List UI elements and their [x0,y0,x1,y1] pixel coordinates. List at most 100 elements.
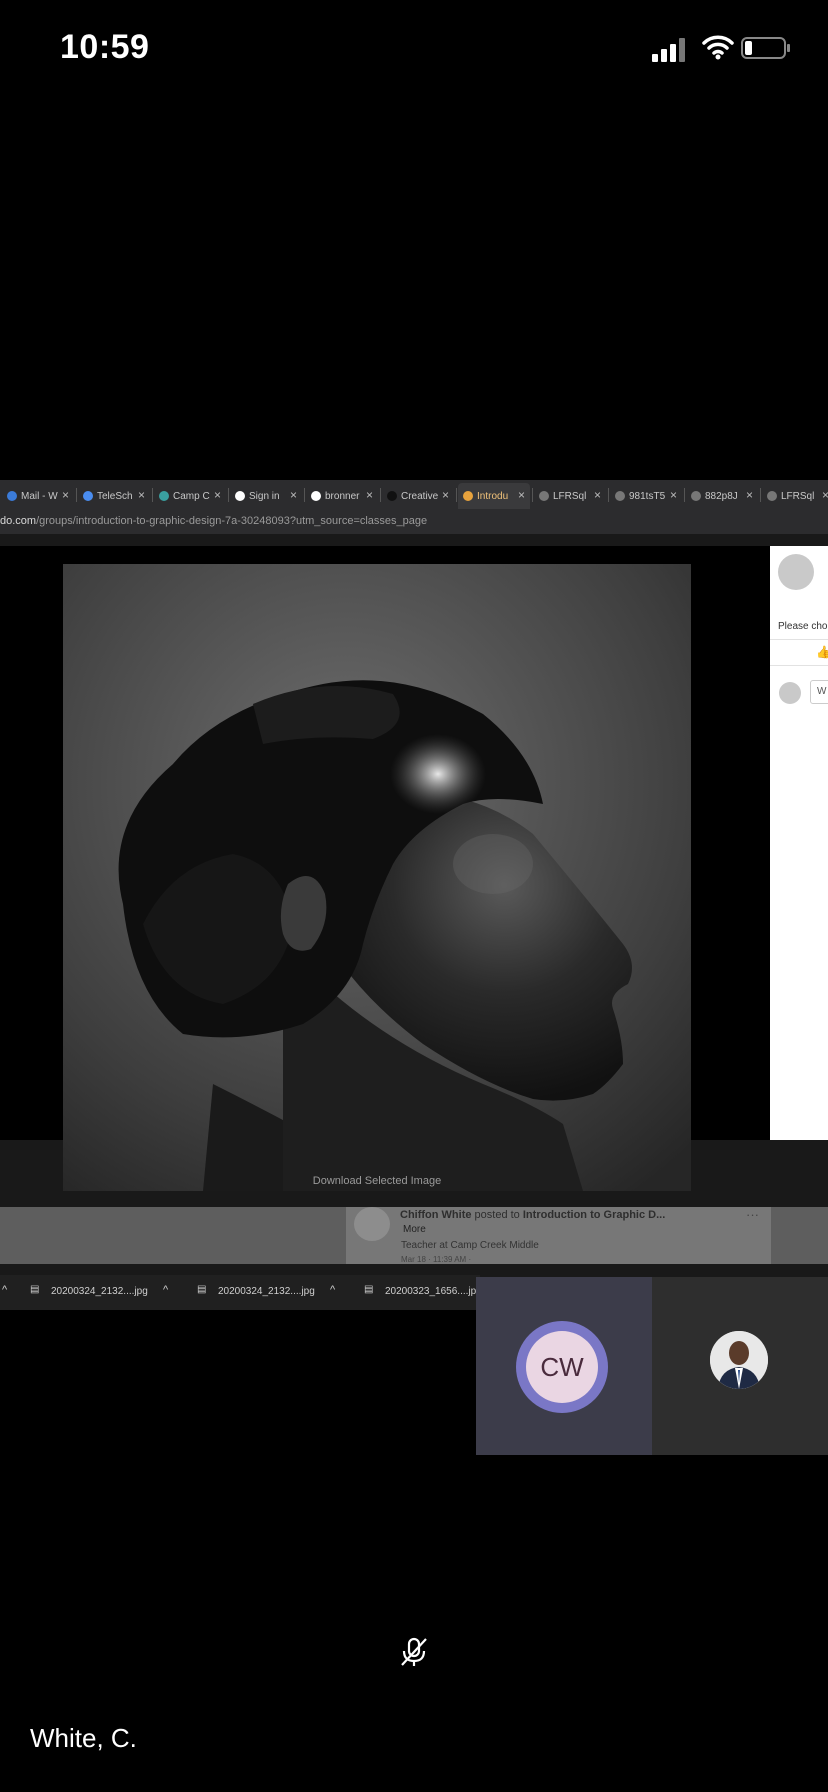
download-item[interactable]: 20200323_1656....jpg [385,1286,482,1297]
browser-tab[interactable]: Mail - W × [2,483,74,509]
browser-tab-strip: Mail - W × TeleSch × Camp C × Sign in × bronner ×… [0,480,828,510]
browser-tab[interactable]: Sign in × [230,483,302,509]
chevron-up-icon[interactable]: ^ [163,1284,168,1296]
close-icon[interactable]: × [366,488,373,502]
shared-screen[interactable]: Mail - W × TeleSch × Camp C × Sign in × bronner ×… [0,480,828,1310]
tab-separator [456,488,457,502]
post-more-link[interactable]: More [403,1224,426,1235]
tab-separator [684,488,685,502]
post-timestamp: Mar 18 · 11:39 AM · [401,1255,472,1264]
tab-separator [76,488,77,502]
address-bar[interactable]: do.com/groups/introduction-to-graphic-de… [0,510,828,534]
close-icon[interactable]: × [594,488,601,502]
globe-icon [691,491,701,501]
close-icon[interactable]: × [442,488,449,502]
file-icon: ▤ [364,1284,374,1295]
tab-separator [228,488,229,502]
tab-label: LFRSql [781,490,815,502]
browser-tab[interactable]: 882p8J × [686,483,758,509]
status-time: 10:59 [60,28,150,66]
active-speaker-ring: CW [516,1321,608,1413]
telescope-icon [83,491,93,501]
globe-icon [767,491,777,501]
tab-separator [760,488,761,502]
tab-label: Sign in [249,490,280,502]
tab-label: TeleSch [97,490,133,502]
participant-tile-cw[interactable]: CW [476,1277,652,1455]
side-divider [770,639,828,640]
close-icon[interactable]: × [822,488,828,502]
browser-tab[interactable]: TeleSch × [78,483,150,509]
like-icon[interactable]: 👍 [816,645,828,659]
commenter-avatar [779,682,801,704]
file-icon: ▤ [30,1284,40,1295]
tab-separator [152,488,153,502]
avatar [778,554,814,590]
post-author[interactable]: Chiffon White [400,1209,471,1221]
post-header: Chiffon White posted to Introduction to … [400,1209,665,1221]
download-item[interactable]: 20200324_2132....jpg [51,1286,148,1297]
download-item[interactable]: 20200324_2132....jpg [218,1286,315,1297]
globe-icon [615,491,625,501]
portrait-image [63,564,691,1191]
globe-icon [539,491,549,501]
close-icon[interactable]: × [290,488,297,502]
chevron-up-icon[interactable]: ^ [330,1284,335,1296]
google-icon [235,491,245,501]
mail-icon [7,491,17,501]
close-icon[interactable]: × [62,488,69,502]
file-icon: ▤ [197,1284,207,1295]
signal-icon [652,38,685,62]
participant-photo [710,1331,768,1389]
browser-tab[interactable]: 981tsT5 × [610,483,682,509]
url-text: do.com/groups/introduction-to-graphic-de… [0,515,427,527]
close-icon[interactable]: × [670,488,677,502]
tab-label: bronner [325,490,360,502]
tab-separator [380,488,381,502]
url-host: do.com [0,515,37,527]
side-divider-2 [770,665,828,666]
post-options-button[interactable]: ··· [746,1207,759,1222]
portrait-photo[interactable] [63,564,691,1191]
browser-tab[interactable]: LFRSql × [534,483,606,509]
browser-tab[interactable]: Camp C × [154,483,226,509]
tab-label: LFRSql [553,490,587,502]
comment-input[interactable]: W [810,680,828,704]
browser-tab[interactable]: Introdu × [458,483,530,509]
side-prompt-text: Please cho [778,621,828,632]
tab-label: Introdu [477,490,509,502]
close-icon[interactable]: × [138,488,145,502]
edmodo-icon [463,491,473,501]
browser-tab[interactable]: LFRSql × [762,483,828,509]
tab-separator [608,488,609,502]
close-icon[interactable]: × [518,488,525,502]
person-photo-icon [710,1331,768,1389]
comment-side-panel: Please cho 👍 W [770,546,828,1140]
chevron-up-icon[interactable]: ^ [2,1284,7,1296]
tab-label: Mail - W [21,490,58,502]
wifi-icon [702,35,734,60]
tab-label: 882p8J [705,490,738,502]
download-selected-image-link[interactable]: Download Selected Image [63,1175,691,1187]
participant-name-label: White, C. [30,1723,137,1753]
school-icon [159,491,169,501]
google-icon [311,491,321,501]
participant-tile-2[interactable] [652,1277,828,1455]
tab-label: Creative [401,490,439,502]
initials-avatar: CW [526,1331,598,1403]
battery-icon [741,37,790,59]
muted-microphone-icon[interactable] [398,1636,430,1668]
browser-tab[interactable]: bronner × [306,483,378,509]
creative-icon [387,491,397,501]
browser-tab[interactable]: Creative × [382,483,454,509]
close-icon[interactable]: × [746,488,753,502]
tab-separator [304,488,305,502]
close-icon[interactable]: × [214,488,221,502]
post-group[interactable]: Introduction to Graphic D... [523,1209,665,1221]
tab-label: 981tsT5 [629,490,666,502]
post-author-role: Teacher at Camp Creek Middle [401,1240,539,1251]
downloads-bar: ^ ▤ 20200324_2132....jpg ^ ▤ 20200324_2132...… [0,1275,482,1310]
post-action: posted to [474,1209,520,1221]
url-path: /groups/introduction-to-graphic-design-7… [36,515,428,527]
tab-separator [532,488,533,502]
